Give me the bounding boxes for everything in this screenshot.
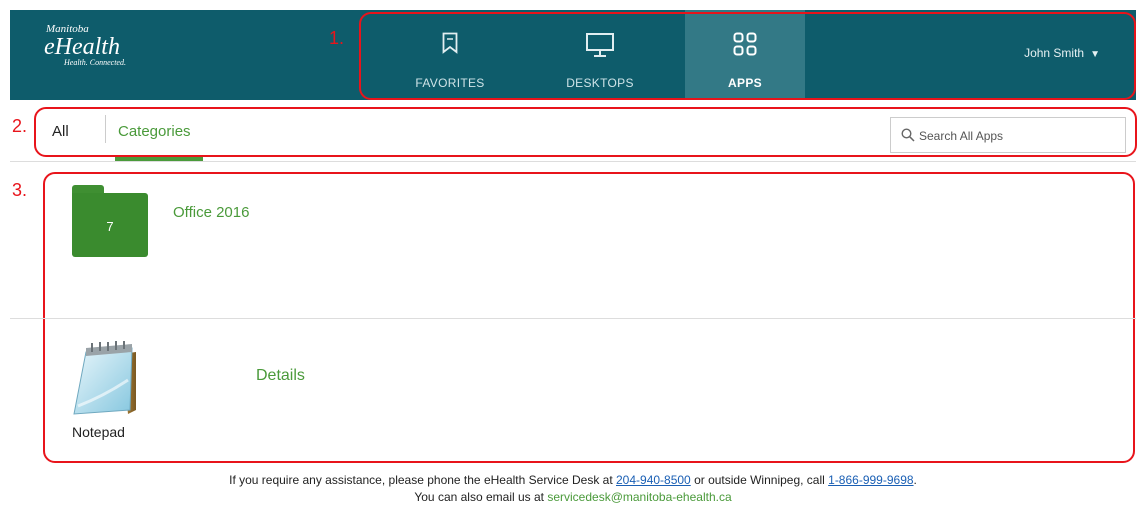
annotation-number-2: 2. (12, 116, 28, 136)
content-top-divider (10, 161, 1136, 162)
logo-main-text: eHealth (44, 34, 120, 60)
annotation-box-2 (34, 107, 1137, 157)
folder-name-label[interactable]: Office 2016 (173, 204, 249, 221)
email-link[interactable]: servicedesk@manitoba-ehealth.ca (547, 490, 731, 504)
logo-tagline: Health. Connected. (64, 58, 126, 67)
annotation-number-3: 3. (12, 180, 28, 200)
app-name-notepad[interactable]: Notepad (72, 424, 125, 440)
phone-link-local[interactable]: 204-940-8500 (616, 473, 691, 487)
manitoba-ehealth-logo[interactable]: Manitoba eHealth Health. Connected. (44, 24, 126, 67)
footer-line-2: You can also email us at servicedesk@man… (414, 490, 732, 504)
folder-office-2016[interactable]: 7 (72, 185, 148, 257)
phone-link-tollfree[interactable]: 1-866-999-9698 (828, 473, 913, 487)
section-divider (10, 318, 1136, 319)
annotation-number-1: 1. (329, 28, 345, 48)
notepad-icon[interactable] (70, 340, 142, 418)
annotation-box-1 (359, 12, 1136, 100)
details-link[interactable]: Details (256, 367, 305, 385)
footer-line-1: If you require any assistance, please ph… (229, 473, 917, 487)
folder-app-count: 7 (106, 219, 114, 234)
